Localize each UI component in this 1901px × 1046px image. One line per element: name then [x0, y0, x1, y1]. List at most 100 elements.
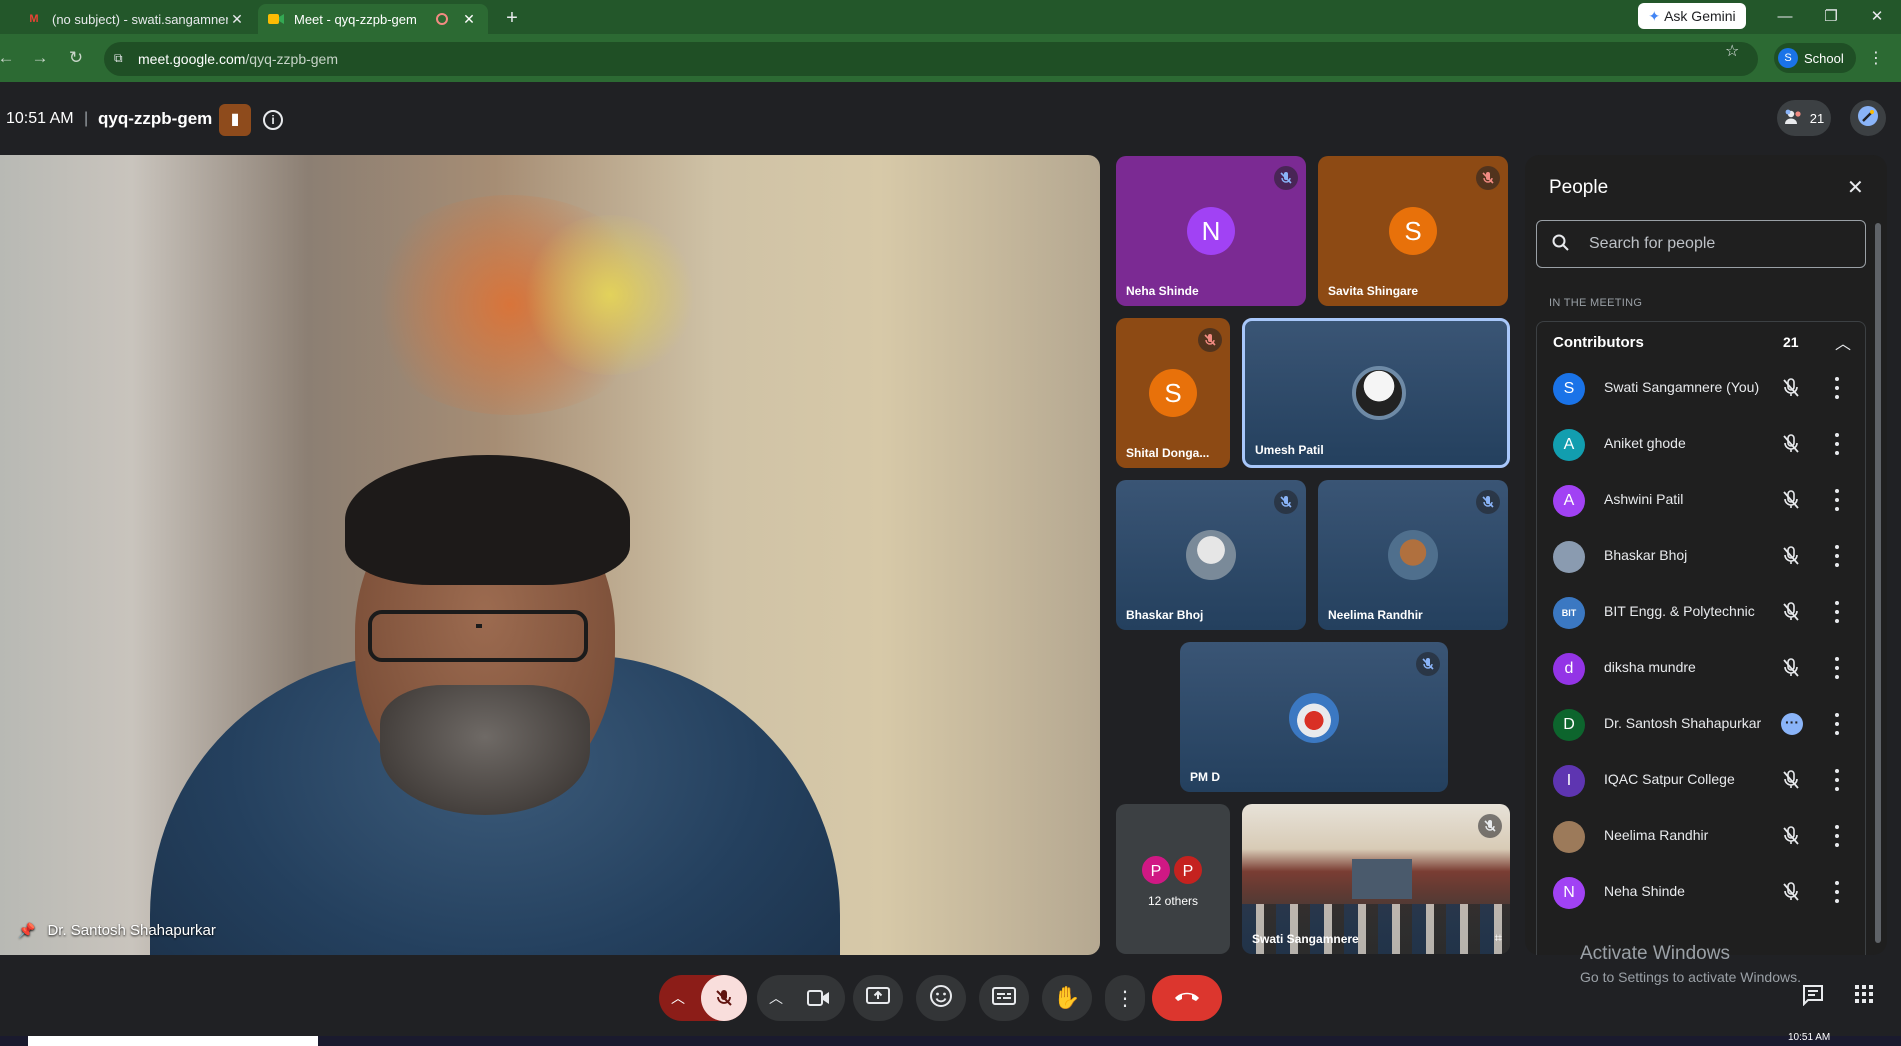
muted-mic-icon[interactable]: [1781, 433, 1801, 460]
participant-tile[interactable]: Bhaskar Bhoj: [1116, 480, 1306, 630]
close-window-button[interactable]: ✕: [1854, 4, 1900, 30]
speaker-hair: [345, 455, 630, 585]
contributors-group-header[interactable]: Contributors 21 ︿: [1536, 321, 1866, 361]
address-bar[interactable]: ⧉ meet.google.com/qyq-zzpb-gem: [104, 42, 1758, 76]
more-vert-icon[interactable]: [1834, 377, 1840, 399]
main-speaker-video[interactable]: [0, 155, 1100, 955]
others-tile[interactable]: P P 12 others: [1116, 804, 1230, 954]
avatar: d: [1553, 653, 1585, 685]
more-vert-icon[interactable]: [1834, 713, 1840, 735]
speaking-indicator-icon[interactable]: ···: [1781, 713, 1803, 735]
participant-row[interactable]: Bhaskar Bhoj: [1537, 529, 1865, 585]
participant-name: Dr. Santosh Shahapurkar: [1604, 715, 1762, 731]
more-vert-icon[interactable]: [1834, 545, 1840, 567]
camera-control[interactable]: ︿: [757, 975, 845, 1021]
more-vert-icon[interactable]: [1834, 601, 1840, 623]
restore-window-button[interactable]: ❐: [1808, 4, 1854, 30]
raise-hand-button[interactable]: ✋: [1042, 975, 1092, 1021]
ask-gemini-label: Ask Gemini: [1664, 8, 1736, 24]
search-people-input[interactable]: Search for people: [1536, 220, 1866, 268]
more-vert-icon[interactable]: [1834, 433, 1840, 455]
participant-row[interactable]: N Neha Shinde: [1537, 865, 1865, 921]
reactions-button[interactable]: [916, 975, 966, 1021]
background-blur: [520, 215, 700, 375]
microphone-control[interactable]: ︿: [659, 975, 747, 1021]
pin-icon[interactable]: 📌: [18, 922, 35, 939]
more-vert-icon[interactable]: [1834, 769, 1840, 791]
tab-meet[interactable]: Meet - qyq-zzpb-gem ✕: [258, 4, 488, 34]
participant-count: 21: [1809, 110, 1825, 126]
chevron-up-icon[interactable]: ︿: [1835, 330, 1851, 354]
muted-mic-icon[interactable]: [1781, 769, 1801, 796]
more-vert-icon[interactable]: [1834, 881, 1840, 903]
gemini-sparkle-icon: ✦: [1648, 7, 1661, 24]
participant-tile[interactable]: Swati Sangamnere ⌗: [1242, 804, 1510, 954]
close-icon[interactable]: ✕: [1847, 175, 1864, 200]
muted-mic-icon: [1476, 166, 1500, 190]
minimize-window-button[interactable]: —: [1762, 4, 1808, 30]
participant-tile[interactable]: Neelima Randhir: [1318, 480, 1508, 630]
ask-gemini-button[interactable]: ✦ Ask Gemini: [1638, 3, 1746, 29]
participant-row[interactable]: D Dr. Santosh Shahapurkar ···: [1537, 697, 1865, 753]
back-icon[interactable]: ←: [0, 46, 18, 70]
participant-row[interactable]: BIT BIT Engg. & Polytechnic: [1537, 585, 1865, 641]
forward-icon[interactable]: →: [28, 46, 52, 70]
muted-mic-icon[interactable]: [1781, 601, 1801, 628]
watermark-subtitle: Go to Settings to activate Windows.: [1580, 969, 1801, 985]
participant-row[interactable]: A Aniket ghode: [1537, 417, 1865, 473]
muted-mic-icon[interactable]: [1781, 825, 1801, 852]
participant-tile[interactable]: PM D: [1180, 642, 1448, 792]
chevron-up-icon[interactable]: ︿: [769, 988, 783, 1008]
muted-mic-icon[interactable]: [1781, 881, 1801, 908]
tab-gmail[interactable]: M (no subject) - swati.sangamnere ✕: [16, 4, 256, 34]
participant-row[interactable]: S Swati Sangamnere (You): [1537, 361, 1865, 417]
muted-mic-icon[interactable]: [1781, 657, 1801, 684]
participant-tile[interactable]: S Savita Shingare: [1318, 156, 1508, 306]
host-controls-icon[interactable]: ▮: [219, 104, 251, 136]
participant-tile[interactable]: N Neha Shinde: [1116, 156, 1306, 306]
close-tab-icon[interactable]: ✕: [460, 11, 478, 28]
muted-mic-icon[interactable]: [1781, 545, 1801, 572]
framing-icon[interactable]: ⌗: [1495, 930, 1502, 946]
more-vert-icon[interactable]: [1834, 489, 1840, 511]
close-tab-icon[interactable]: ✕: [228, 11, 246, 28]
profile-button[interactable]: S School: [1774, 43, 1856, 73]
activities-button[interactable]: [1850, 100, 1886, 136]
activities-grid-icon[interactable]: [1854, 984, 1874, 1009]
muted-mic-icon[interactable]: [1781, 489, 1801, 516]
site-info-icon[interactable]: ⧉: [114, 51, 130, 67]
participant-row[interactable]: d diksha mundre: [1537, 641, 1865, 697]
more-options-button[interactable]: ⋮: [1105, 975, 1145, 1021]
more-vert-icon[interactable]: [1834, 657, 1840, 679]
participant-tile[interactable]: S Shital Donga...: [1116, 318, 1230, 468]
browser-menu-icon[interactable]: ⋮: [1868, 48, 1884, 68]
camera-icon[interactable]: [807, 988, 831, 1013]
panel-scrollbar[interactable]: [1875, 223, 1881, 943]
mic-off-icon[interactable]: [701, 975, 747, 1021]
taskbar-search[interactable]: [28, 1036, 318, 1046]
participant-row[interactable]: Neelima Randhir: [1537, 809, 1865, 865]
url-text[interactable]: meet.google.com/qyq-zzpb-gem: [138, 51, 338, 67]
new-tab-button[interactable]: +: [500, 6, 524, 30]
participant-row[interactable]: I IQAC Satpur College: [1537, 753, 1865, 809]
bookmark-star-icon[interactable]: ☆: [1725, 41, 1739, 61]
participant-tile-active[interactable]: Umesh Patil: [1242, 318, 1510, 468]
avatar: S: [1149, 369, 1197, 417]
reload-icon[interactable]: ↻: [64, 46, 88, 70]
present-screen-button[interactable]: [853, 975, 903, 1021]
captions-icon: [992, 986, 1016, 1011]
meeting-info-icon[interactable]: i: [263, 110, 283, 130]
captions-button[interactable]: [979, 975, 1029, 1021]
participant-row[interactable]: A Ashwini Patil: [1537, 473, 1865, 529]
group-count: 21: [1783, 334, 1799, 350]
muted-mic-icon[interactable]: [1781, 377, 1801, 404]
avatar: [1553, 821, 1585, 853]
leave-call-button[interactable]: [1152, 975, 1222, 1021]
speaker-beard: [380, 685, 590, 815]
chat-icon[interactable]: [1802, 984, 1824, 1011]
people-button[interactable]: 21: [1777, 100, 1831, 136]
chevron-up-icon[interactable]: ︿: [671, 988, 685, 1008]
meet-header: 10:51 AM | qyq-zzpb-gem ▮ i 21: [0, 82, 1901, 154]
more-vert-icon[interactable]: [1834, 825, 1840, 847]
avatar: D: [1553, 709, 1585, 741]
